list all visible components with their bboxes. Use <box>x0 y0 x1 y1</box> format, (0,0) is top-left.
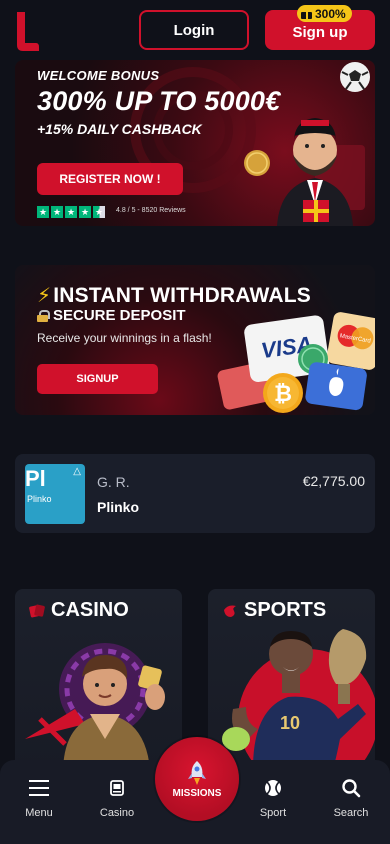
plinko-thumbnail[interactable]: Pl △ Plinko <box>25 464 85 524</box>
secure-deposit-text: SECURE DEPOSIT <box>53 307 186 324</box>
bitcoin-icon: ₿ <box>263 373 303 413</box>
star-icon: ★ <box>51 206 63 218</box>
withdrawals-title-text: INSTANT WITHDRAWALS <box>53 283 311 307</box>
winner-user: G. R. <box>97 474 130 490</box>
signup-bonus-badge-text: 300% <box>315 6 346 21</box>
apple-pay-icon <box>305 362 367 411</box>
casino-tile-label: CASINO <box>51 599 129 621</box>
nav-menu-label: Menu <box>25 807 53 819</box>
svg-text:₿: ₿ <box>274 381 292 406</box>
triangle-icon: △ <box>73 466 81 477</box>
signup-banner-button[interactable]: SIGNUP <box>37 364 158 394</box>
welcome-bonus-banner[interactable]: WELCOME BONUS 300% UP TO 5000€ +15% DAIL… <box>15 60 375 226</box>
tennis-ball-icon <box>265 780 281 796</box>
rocket-icon <box>188 760 206 785</box>
casino-category-tile[interactable]: CASINO <box>15 589 182 769</box>
recent-win-card[interactable]: Pl △ Plinko G. R. Plinko €2,775.00 <box>15 454 375 533</box>
thumbnail-name: Plinko <box>27 494 52 504</box>
secure-deposit-label: SECURE DEPOSIT <box>37 307 186 324</box>
star-half-icon: ★ <box>93 206 105 218</box>
nav-casino[interactable]: Casino <box>87 778 147 819</box>
winner-game: Plinko <box>97 499 140 515</box>
lock-icon <box>37 309 50 322</box>
cards-icon <box>29 604 45 617</box>
gift-icon <box>301 8 312 19</box>
top-header: Login Sign up 300% <box>0 0 390 60</box>
menu-icon <box>29 780 49 796</box>
slot-machine-icon <box>110 780 124 796</box>
flame-icon <box>224 605 236 617</box>
coin-icon <box>244 150 270 176</box>
bonus-title: 300% UP TO 5000€ <box>37 86 281 116</box>
sports-tile-label: SPORTS <box>244 599 327 621</box>
banner-art <box>130 62 370 226</box>
bonus-subtitle: +15% DAILY CASHBACK <box>37 121 202 137</box>
soccer-ball-icon <box>340 62 370 92</box>
star-icon: ★ <box>79 206 91 218</box>
missions-button[interactable]: MISSIONS <box>155 737 239 821</box>
withdrawals-description: Receive your winnings in a flash! <box>37 331 212 345</box>
mastercard-icon: MasterCard <box>326 312 375 370</box>
nav-sport-label: Sport <box>259 807 287 819</box>
brand-logo[interactable] <box>14 10 40 52</box>
withdrawals-banner[interactable]: VISA MasterCard ₿ ⚡ INSTANT WITHDRAWALS <box>15 265 375 415</box>
mascot-illustration <box>277 118 365 226</box>
winner-amount: €2,775.00 <box>302 473 365 489</box>
signup-bonus-badge: 300% <box>297 5 352 22</box>
sports-category-tile[interactable]: 10 SPORTS <box>208 589 375 769</box>
sports-tile-title: SPORTS <box>222 599 326 622</box>
nav-search[interactable]: Search <box>321 778 381 819</box>
lightning-icon: ⚡ <box>37 285 52 307</box>
star-icon: ★ <box>37 206 49 218</box>
nav-menu[interactable]: Menu <box>9 778 69 819</box>
thumbnail-abbr: Pl <box>25 466 46 491</box>
rating-reviews: 4.8 / 5 - 8520 Reviews <box>116 207 186 214</box>
nav-sport[interactable]: Sport <box>243 778 303 819</box>
missions-label: MISSIONS <box>172 787 222 799</box>
svg-text:10: 10 <box>280 713 300 733</box>
login-button[interactable]: Login <box>139 10 249 50</box>
withdrawals-title: ⚡ INSTANT WITHDRAWALS <box>37 283 311 308</box>
search-icon <box>342 779 361 798</box>
nav-casino-label: Casino <box>99 807 135 819</box>
bonus-kicker: WELCOME BONUS <box>37 68 160 83</box>
register-now-button[interactable]: REGISTER NOW ! <box>37 163 183 195</box>
casino-tile-title: CASINO <box>29 599 129 622</box>
nav-search-label: Search <box>333 807 369 819</box>
trustpilot-stars: ★ ★ ★ ★ ★ <box>37 206 105 218</box>
star-icon: ★ <box>65 206 77 218</box>
